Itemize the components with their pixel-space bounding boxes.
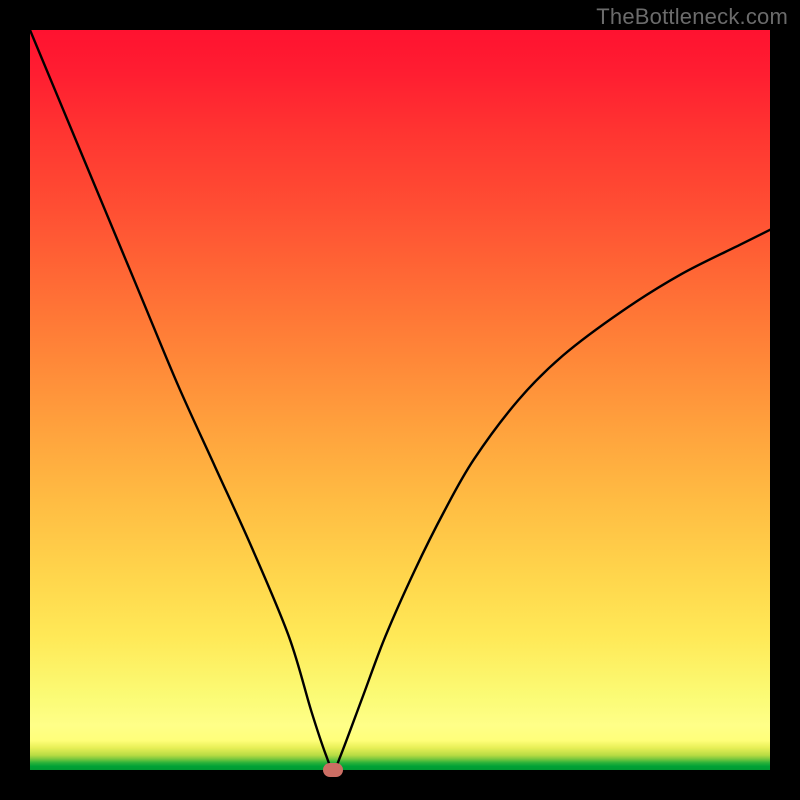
optimal-point-marker (323, 763, 343, 777)
plot-area (30, 30, 770, 770)
chart-frame: TheBottleneck.com (0, 0, 800, 800)
bottleneck-curve-svg (30, 30, 770, 770)
bottleneck-curve-path (30, 30, 770, 770)
watermark-text: TheBottleneck.com (596, 4, 788, 30)
